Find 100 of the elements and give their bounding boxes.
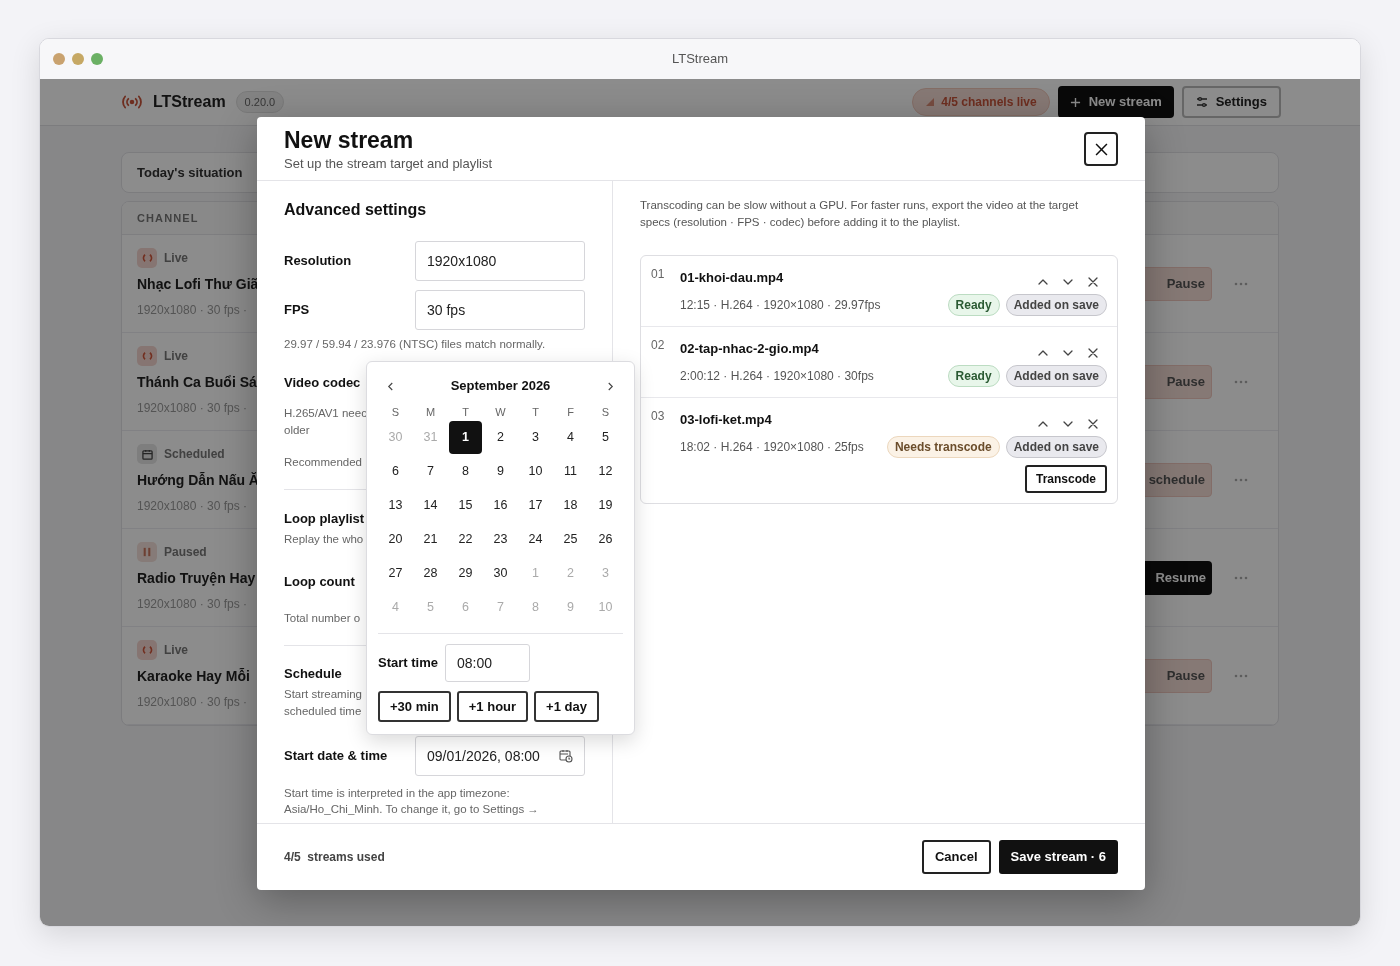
codec-hint: H.265/AV1 neec older (284, 406, 367, 438)
field-label: FPS (284, 301, 311, 320)
calendar-day[interactable]: 28 (414, 556, 447, 590)
transcode-button[interactable]: Transcode (1024, 465, 1107, 493)
calendar-day[interactable]: 25 (554, 522, 587, 556)
file-name: 02-tap-nhac-2-gio.mp4 (680, 339, 819, 357)
previous-month-icon[interactable] (387, 381, 394, 391)
settings-button[interactable]: Settings (1181, 86, 1281, 118)
calendar-day[interactable]: 21 (414, 522, 447, 556)
ready-badge: Ready (947, 365, 1000, 387)
field-label: Loop count (284, 573, 355, 591)
calendar-day[interactable]: 3 (519, 420, 552, 454)
channels-live-pill: 4/5 channels live (912, 88, 1050, 116)
calendar-day[interactable]: 12 (589, 454, 622, 488)
new-stream-button[interactable]: New stream (1057, 86, 1174, 118)
close-button[interactable] (1084, 132, 1118, 166)
broadcast-icon (137, 346, 157, 366)
weekday-label: T (461, 405, 470, 420)
channel-name: Karaoke Hay Mỗi (137, 667, 250, 686)
calendar-day[interactable]: 5 (589, 420, 622, 454)
fps-field[interactable]: 30 fps (415, 290, 585, 330)
channel-name: Radio Truyện Hay (137, 569, 256, 588)
broadcast-icon (137, 248, 157, 268)
calendar-day[interactable]: 27 (379, 556, 412, 590)
calendar-icon (137, 444, 157, 464)
calendar-day[interactable]: 10 (519, 454, 552, 488)
remove-icon[interactable] (1087, 276, 1099, 288)
codec-recommendation: Recommended (284, 455, 362, 470)
quick-add-button[interactable]: +1 hour (456, 691, 529, 722)
calendar-day[interactable]: 22 (449, 522, 482, 556)
calendar-day[interactable]: 19 (589, 488, 622, 522)
schedule-hint: Start streaming scheduled time (284, 687, 362, 719)
field-label: Start date & time (284, 747, 389, 766)
calendar-day[interactable]: 14 (414, 488, 447, 522)
added-badge: Added on save (1005, 436, 1107, 458)
summary-title: Today's situation (137, 163, 243, 182)
calendar-day[interactable]: 4 (554, 420, 587, 454)
transcoding-note: Transcoding can be slow without a GPU. For faster runs, export the video at the target specs (resolution · FPS · codec) before adding it to the playlist. (640, 198, 1080, 230)
start-time-field[interactable]: 08:00 (445, 644, 530, 682)
calendar-day[interactable]: 6 (379, 454, 412, 488)
column-header: CHANNEL (137, 210, 199, 226)
month-title: September 2026 (449, 377, 552, 396)
sliders-icon (1195, 96, 1208, 108)
quick-add-button[interactable]: +1 day (534, 691, 599, 722)
calendar-day[interactable]: 29 (449, 556, 482, 590)
calendar-day[interactable]: 23 (484, 522, 517, 556)
status-label: Live (164, 348, 188, 365)
transcode-badge: Needs transcode (886, 436, 1000, 458)
file-meta: 2:00:12 · H.264 · 1920×1080 · 30fps (680, 368, 874, 385)
remove-icon[interactable] (1087, 418, 1099, 430)
calendar-day[interactable]: 9 (484, 454, 517, 488)
field-label: Loop playlist (284, 510, 365, 528)
field-label: Schedule (284, 665, 342, 683)
calendar-day[interactable]: 24 (519, 522, 552, 556)
calendar-day[interactable]: 1 (449, 420, 482, 454)
field-label: Resolution (284, 252, 353, 271)
calendar-day[interactable]: 16 (484, 488, 517, 522)
resolution-field[interactable]: 1920x1080 (415, 241, 585, 281)
cancel-button[interactable]: Cancel (921, 840, 991, 874)
window-title: LTStream (671, 50, 729, 69)
added-badge: Added on save (1005, 365, 1107, 387)
track-index: 02 (651, 337, 666, 354)
track-index: 01 (651, 266, 666, 283)
calendar-day[interactable]: 15 (449, 488, 482, 522)
fps-hint: 29.97 / 59.94 / 23.976 (NTSC) files match normally. (284, 337, 547, 352)
status-label: Live (164, 642, 188, 659)
file-name: 01-khoi-dau.mp4 (680, 268, 784, 286)
calendar-day[interactable]: 18 (554, 488, 587, 522)
calendar-day[interactable]: 17 (519, 488, 552, 522)
status-label: Scheduled (164, 446, 225, 463)
field-label: Start time (378, 654, 439, 673)
quick-add-button[interactable]: +30 min (378, 691, 451, 722)
calendar-day[interactable]: 7 (414, 454, 447, 488)
calendar-day[interactable]: 30 (484, 556, 517, 590)
calendar-clock-icon (559, 749, 573, 763)
loop-hint: Replay the who (284, 532, 364, 547)
plus-icon (1069, 96, 1081, 108)
next-month-icon[interactable] (607, 381, 614, 391)
signal-icon (925, 97, 936, 107)
calendar-day[interactable]: 8 (449, 454, 482, 488)
field-label: Video codec (284, 374, 361, 392)
file-meta: 18:02 · H.264 · 1920×1080 · 25fps (680, 439, 864, 456)
section-heading: Advanced settings (284, 200, 428, 220)
calendar-day[interactable]: 13 (379, 488, 412, 522)
calendar-day[interactable]: 20 (379, 522, 412, 556)
start-datetime-field[interactable]: 09/01/2026, 08:00 (415, 736, 585, 776)
version-badge: 0.20.0 (235, 91, 285, 113)
broadcast-icon (137, 640, 157, 660)
calendar-day[interactable]: 11 (554, 454, 587, 488)
calendar-day[interactable]: 26 (589, 522, 622, 556)
save-button[interactable]: Save stream · 6 (998, 840, 1118, 874)
app-name: LTStream (153, 92, 226, 112)
weekday-label: M (424, 405, 437, 420)
loop-count-hint: Total number o (284, 611, 361, 626)
dialog-title: New stream (284, 126, 415, 154)
weekday-label: W (494, 405, 507, 420)
remove-icon[interactable] (1087, 347, 1099, 359)
calendar-day[interactable]: 2 (484, 420, 517, 454)
file-name: 03-lofi-ket.mp4 (680, 410, 772, 428)
status-label: Live (164, 250, 188, 267)
